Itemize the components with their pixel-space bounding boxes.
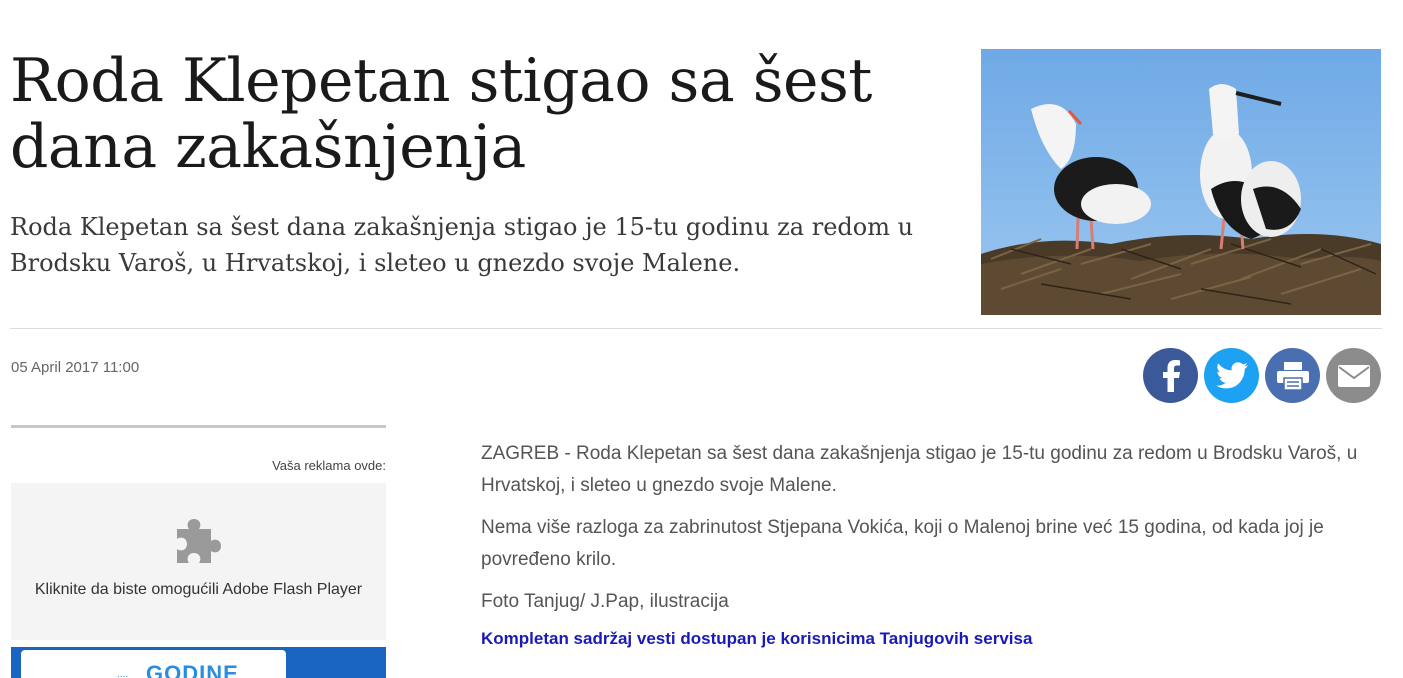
ad-banner[interactable]: .... GODINE	[11, 647, 386, 678]
plugin-puzzle-icon	[177, 519, 221, 563]
flash-enable-text: Kliknite da biste omogućili Adobe Flash …	[34, 581, 363, 598]
advertisement-box: Vaša reklama ovde: Kliknite da biste omo…	[11, 425, 386, 678]
article-date: 05 April 2017 11:00	[11, 359, 140, 376]
email-share-button[interactable]	[1326, 348, 1381, 403]
facebook-share-button[interactable]	[1143, 348, 1198, 403]
photo-credit: Foto Tanjug/ J.Pap, ilustracija	[481, 591, 729, 612]
divider	[10, 328, 1382, 329]
banner-text: GODINE	[146, 661, 239, 678]
print-icon	[1276, 361, 1309, 391]
print-button[interactable]	[1265, 348, 1320, 403]
subscriber-notice-link[interactable]: Kompletan sadržaj vesti dostupan je kori…	[481, 628, 1381, 650]
article-lead: Roda Klepetan sa šest dana zakašnjenja s…	[10, 213, 914, 277]
ad-label: Vaša reklama ovde:	[272, 458, 386, 473]
flash-player-placeholder[interactable]: Kliknite da biste omogućili Adobe Flash …	[11, 483, 386, 640]
hero-image-storks	[981, 49, 1381, 315]
twitter-share-button[interactable]	[1204, 348, 1259, 403]
article-paragraph: ZAGREB - Roda Klepetan sa šest dana zaka…	[481, 443, 1358, 496]
article-body: ZAGREB - Roda Klepetan sa šest dana zaka…	[481, 438, 1381, 660]
article-title: Roda Klepetan stigao sa šest dana zakašn…	[10, 46, 872, 182]
twitter-icon	[1215, 362, 1248, 389]
banner-small-text: ....	[117, 669, 129, 678]
email-icon	[1337, 364, 1370, 387]
facebook-icon	[1162, 359, 1180, 392]
share-bar	[1143, 348, 1381, 403]
article-paragraph: Nema više razloga za zabrinutost Stjepan…	[481, 517, 1324, 570]
